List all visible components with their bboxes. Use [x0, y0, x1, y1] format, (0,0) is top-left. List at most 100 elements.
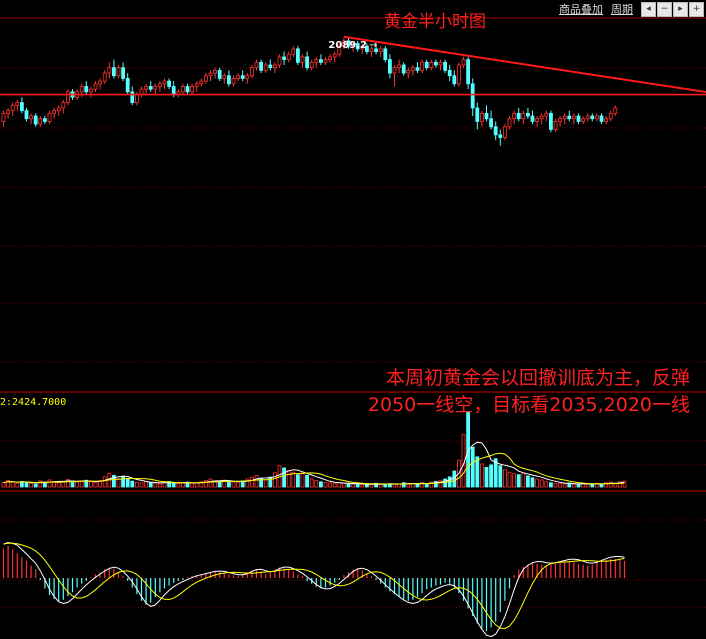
candle-body-41	[190, 86, 195, 93]
volume-bar-124	[572, 483, 576, 488]
candle-body-102	[470, 83, 475, 109]
candle-body-95	[438, 61, 443, 66]
volume-bar-95	[438, 479, 443, 488]
candle-body-72	[332, 53, 337, 58]
candle-body-107	[493, 126, 498, 136]
candle-body-8	[38, 118, 43, 125]
candle-body-128	[590, 115, 595, 120]
volume-bar-54	[249, 476, 254, 488]
candle-body-39	[180, 86, 185, 93]
candle-body-132	[608, 112, 613, 120]
candle-body-131	[604, 118, 608, 122]
candle-body-86	[397, 64, 402, 69]
candle-body-0	[1, 112, 6, 122]
candle-body-27	[125, 78, 130, 93]
period-link[interactable]: 周期	[611, 1, 633, 17]
left-arrow-icon[interactable]: ◂	[641, 1, 656, 17]
candle-body-51	[236, 75, 241, 79]
trendline	[343, 35, 706, 94]
volume-bar-74	[341, 482, 346, 488]
candle-body-53	[245, 75, 250, 79]
chart-nav-buttons: ◂ − ▸ +	[641, 1, 704, 17]
candle-body-90	[415, 67, 420, 71]
volume-bar-117	[539, 479, 544, 488]
candle-body-89	[410, 67, 415, 71]
candle-body-122	[562, 115, 567, 120]
candle-body-45	[208, 72, 213, 77]
candle-body-120	[553, 121, 558, 130]
candle-body-68	[314, 59, 319, 63]
volume-bar-113	[521, 472, 526, 488]
candle-body-36	[167, 80, 172, 87]
candle-body-21	[98, 80, 102, 85]
volume-bar-12	[56, 482, 61, 488]
candle-body-42	[194, 83, 199, 87]
volume-bar-53	[245, 478, 250, 488]
candle-body-103	[475, 107, 480, 122]
volume-bar-64	[295, 474, 300, 488]
candle-body-7	[33, 115, 38, 125]
zoom-out-icon[interactable]: −	[657, 1, 672, 17]
candle-body-62	[286, 53, 291, 61]
candle-body-92	[424, 61, 429, 69]
annotation-line-2: 2050一线空，目标看2035,2020一线	[368, 394, 690, 416]
volume-bar-69	[318, 481, 323, 488]
candle-body-49	[226, 75, 231, 85]
candle-body-113	[521, 112, 526, 120]
volume-bar-33	[153, 482, 158, 488]
volume-bar-103	[475, 456, 480, 488]
volume-bar-6	[29, 483, 34, 488]
volume-bar-121	[558, 483, 562, 488]
volume-bar-120	[553, 482, 558, 488]
candle-body-46	[213, 69, 218, 74]
overlay-commodity-link[interactable]: 商品叠加	[559, 1, 603, 17]
candle-body-67	[309, 61, 314, 69]
volume-bar-27	[125, 478, 130, 488]
candle-body-125	[576, 115, 581, 122]
candle-body-123	[567, 115, 572, 120]
volume-bar-111	[512, 473, 516, 488]
volume-bar-38	[176, 483, 181, 488]
candle-body-114	[526, 112, 530, 117]
candle-body-124	[572, 115, 576, 120]
candle-body-31	[144, 86, 149, 90]
candle-body-105	[484, 112, 489, 120]
volume-bar-29	[134, 481, 139, 488]
volume-bar-49	[226, 480, 231, 488]
volume-bar-110	[507, 471, 512, 488]
candle-body-116	[535, 118, 539, 122]
candle-body-91	[420, 61, 425, 71]
candle-body-59	[272, 64, 277, 69]
candle-body-14	[66, 91, 70, 104]
volume-bar-34	[157, 483, 162, 488]
volume-bar-73	[337, 482, 342, 488]
candle-body-65	[300, 56, 305, 63]
zoom-in-icon[interactable]: +	[689, 1, 704, 17]
volume-bar-125	[576, 484, 581, 488]
candle-body-117	[539, 115, 544, 120]
volume-bar-92	[424, 483, 429, 488]
volume-bar-66	[305, 474, 310, 488]
macd-series	[2, 541, 626, 638]
candle-body-29	[134, 94, 139, 104]
candle-body-110	[507, 118, 512, 128]
candle-body-24	[112, 67, 116, 77]
macd-dif-line	[3, 541, 625, 638]
volume-bar-20	[93, 481, 98, 488]
volume-bar-122	[562, 483, 567, 488]
candle-body-12	[56, 107, 61, 112]
volume-bar-19	[89, 481, 93, 488]
right-arrow-icon[interactable]: ▸	[673, 1, 688, 17]
chart-toolbar: 商品叠加 周期 ◂ − ▸ +	[559, 0, 706, 18]
candle-body-23	[107, 67, 112, 74]
candle-body-129	[595, 115, 599, 120]
volume-bar-85	[392, 483, 397, 488]
candle-body-22	[102, 72, 107, 82]
volume-bar-133	[613, 483, 618, 488]
candle-body-33	[153, 86, 158, 90]
candle-body-34	[157, 83, 162, 87]
candle-body-82	[378, 48, 383, 52]
volume-bar-71	[328, 482, 333, 488]
candle-body-56	[259, 61, 264, 71]
volume-bar-70	[323, 481, 328, 488]
